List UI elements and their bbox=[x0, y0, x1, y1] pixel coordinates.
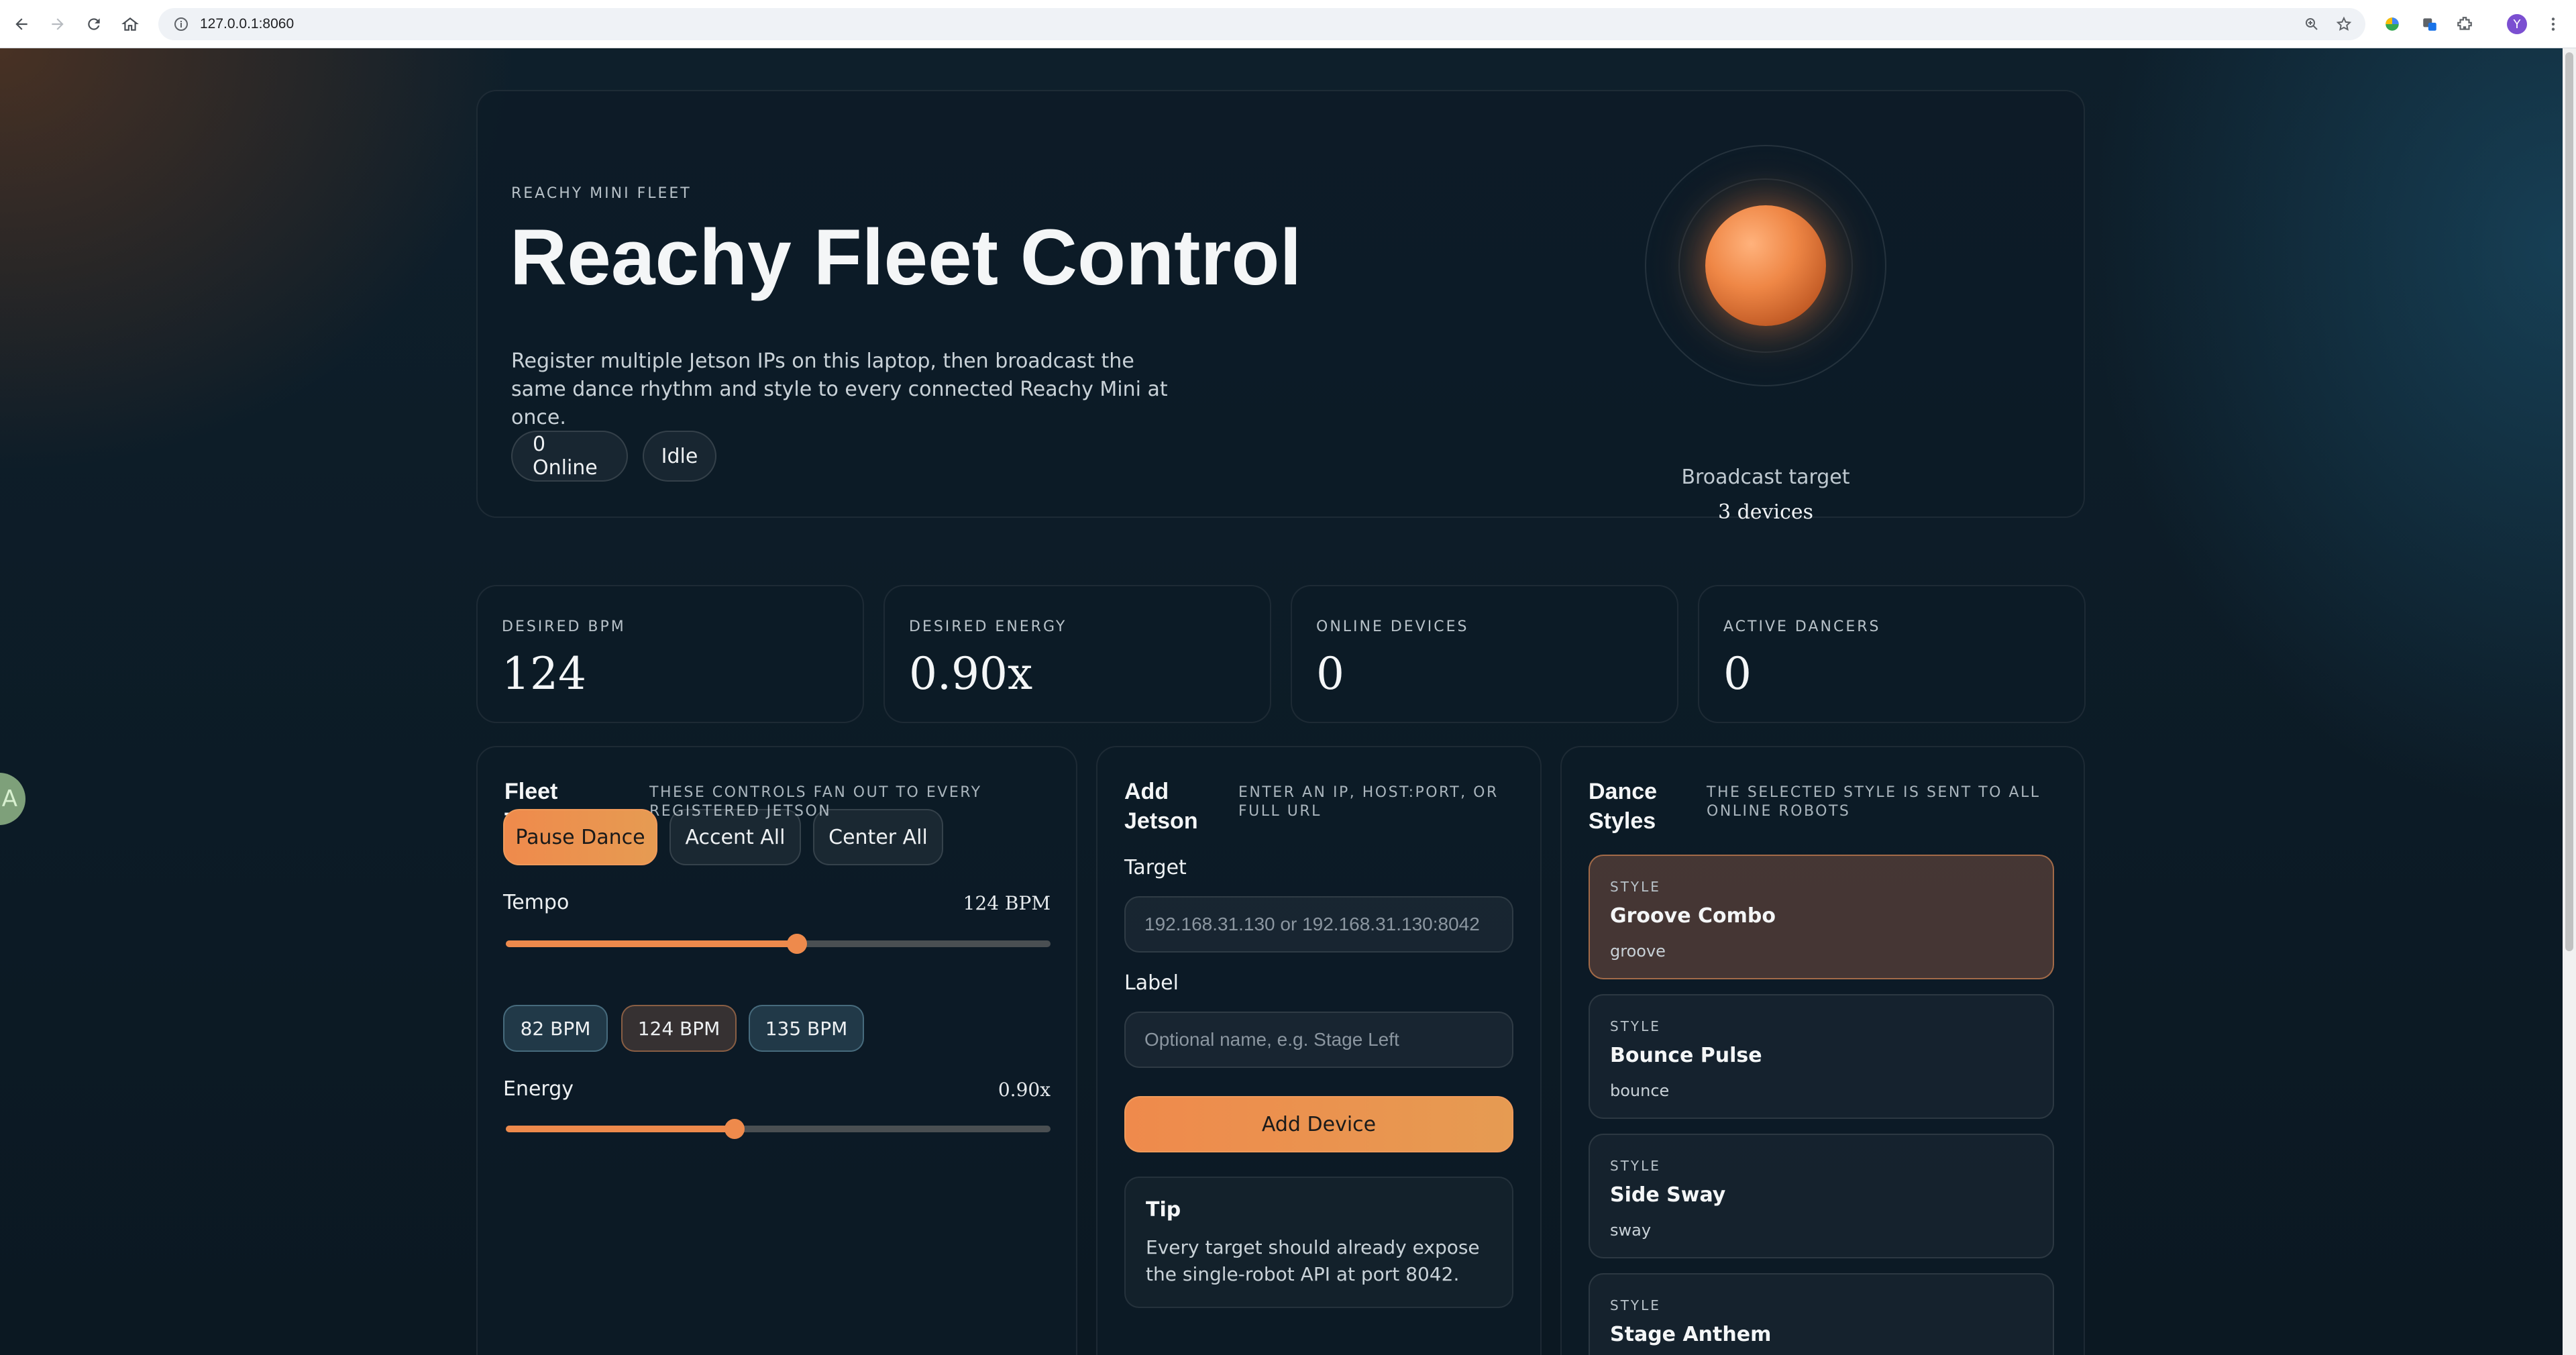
add-device-button[interactable]: Add Device bbox=[1124, 1096, 1513, 1152]
extension-icon-colorful[interactable] bbox=[2377, 9, 2407, 39]
panel-title: Dance Styles bbox=[1589, 779, 1658, 834]
energy-slider-thumb[interactable] bbox=[724, 1119, 745, 1139]
online-count-pill: 0 Online bbox=[511, 431, 628, 482]
style-id: sway bbox=[1610, 1221, 1652, 1240]
zoom-icon[interactable] bbox=[2304, 16, 2320, 32]
style-id: groove bbox=[1610, 942, 1666, 961]
style-eyebrow: STYLE bbox=[1610, 1158, 1661, 1174]
tip-box: Tip Every target should already expose t… bbox=[1124, 1177, 1513, 1308]
scrollbar-thumb[interactable] bbox=[2565, 52, 2573, 951]
panel-title: Add Jetson bbox=[1124, 779, 1198, 834]
pause-dance-button[interactable]: Pause Dance bbox=[503, 809, 657, 865]
energy-slider[interactable] bbox=[506, 1119, 1051, 1139]
stat-card-active-dancers: ACTIVE DANCERS 0 bbox=[1698, 585, 2086, 723]
stat-value: 124 bbox=[502, 648, 586, 700]
style-id: bounce bbox=[1610, 1081, 1670, 1100]
forward-icon[interactable] bbox=[43, 9, 72, 39]
address-bar[interactable]: 127.0.0.1:8060 bbox=[158, 8, 2365, 40]
accent-all-button[interactable]: Accent All bbox=[669, 809, 801, 865]
center-all-button[interactable]: Center All bbox=[813, 809, 943, 865]
hero-card: REACHY MINI FLEET Reachy Fleet Control R… bbox=[476, 90, 2085, 524]
tempo-preset-82[interactable]: 82 BPM bbox=[503, 1005, 608, 1052]
stat-card-online-devices: ONLINE DEVICES 0 bbox=[1291, 585, 1678, 723]
url-text[interactable]: 127.0.0.1:8060 bbox=[200, 16, 294, 32]
style-name: Groove Combo bbox=[1610, 904, 1776, 928]
tempo-label: Tempo bbox=[503, 891, 570, 914]
dance-styles-panel: Dance Styles THE SELECTED STYLE IS SENT … bbox=[1560, 746, 2085, 1355]
stat-label: ACTIVE DANCERS bbox=[1723, 618, 1881, 635]
extensions-puzzle-icon[interactable] bbox=[2450, 9, 2479, 39]
tempo-value: 124 BPM bbox=[963, 892, 1051, 914]
tempo-preset-124[interactable]: 124 BPM bbox=[621, 1005, 737, 1052]
home-icon[interactable] bbox=[115, 9, 145, 39]
hero-description: Register multiple Jetson IPs on this lap… bbox=[511, 349, 1168, 429]
style-card-anthem[interactable]: STYLE Stage Anthem anthem bbox=[1589, 1273, 2054, 1355]
style-card-bounce[interactable]: STYLE Bounce Pulse bounce bbox=[1589, 994, 2054, 1119]
tip-title: Tip bbox=[1146, 1198, 1181, 1222]
page-title: Reachy Fleet Control bbox=[510, 213, 1302, 302]
energy-value: 0.90x bbox=[998, 1079, 1051, 1101]
browser-toolbar: 127.0.0.1:8060 Y bbox=[0, 0, 2576, 48]
tempo-slider-fill bbox=[506, 940, 798, 947]
orb-sphere bbox=[1705, 205, 1826, 326]
extension-icon-translate[interactable] bbox=[2415, 9, 2445, 39]
label-input[interactable]: Optional name, e.g. Stage Left bbox=[1124, 1012, 1513, 1068]
style-eyebrow: STYLE bbox=[1610, 879, 1661, 895]
back-icon[interactable] bbox=[7, 9, 36, 39]
style-name: Side Sway bbox=[1610, 1183, 1726, 1207]
style-eyebrow: STYLE bbox=[1610, 1018, 1661, 1034]
style-card-sway[interactable]: STYLE Side Sway sway bbox=[1589, 1134, 2054, 1258]
stat-value: 0 bbox=[1316, 648, 1344, 700]
bookmark-star-icon[interactable] bbox=[2336, 16, 2352, 32]
style-card-groove[interactable]: STYLE Groove Combo groove bbox=[1589, 855, 2054, 979]
target-input[interactable]: 192.168.31.130 or 192.168.31.130:8042 bbox=[1124, 896, 1513, 953]
side-assistant-icon[interactable]: A bbox=[0, 773, 25, 825]
style-name: Stage Anthem bbox=[1610, 1323, 1772, 1346]
stat-label: DESIRED BPM bbox=[502, 618, 626, 635]
stat-card-desired-bpm: DESIRED BPM 124 bbox=[476, 585, 864, 723]
stat-value: 0 bbox=[1723, 648, 1752, 700]
page-scrollbar[interactable] bbox=[2563, 48, 2576, 1355]
broadcast-target-label: Broadcast target bbox=[1681, 466, 1850, 489]
label-label: Label bbox=[1124, 971, 1179, 995]
stat-card-desired-energy: DESIRED ENERGY 0.90x bbox=[883, 585, 1271, 723]
energy-slider-fill bbox=[506, 1126, 735, 1132]
energy-label: Energy bbox=[503, 1077, 574, 1101]
tempo-preset-135[interactable]: 135 BPM bbox=[749, 1005, 864, 1052]
panel-subtitle: THE SELECTED STYLE IS SENT TO ALL ONLINE… bbox=[1707, 784, 2041, 820]
stat-value: 0.90x bbox=[909, 648, 1033, 700]
tip-text: Every target should already expose the s… bbox=[1146, 1236, 1480, 1285]
tempo-slider[interactable] bbox=[506, 934, 1051, 954]
page-content: A REACHY MINI FLEET Reachy Fleet Control… bbox=[0, 48, 2563, 1355]
status-pill: Idle bbox=[643, 431, 716, 482]
reload-icon[interactable] bbox=[79, 9, 109, 39]
hero-eyebrow: REACHY MINI FLEET bbox=[511, 185, 692, 202]
menu-kebab-icon[interactable] bbox=[2538, 9, 2568, 39]
target-label: Target bbox=[1124, 856, 1187, 879]
site-info-icon[interactable] bbox=[173, 16, 189, 32]
broadcast-target-value: 3 devices bbox=[1717, 500, 1814, 524]
style-name: Bounce Pulse bbox=[1610, 1044, 1762, 1067]
robot-orb-visual bbox=[1645, 145, 1886, 386]
panel-subtitle: ENTER AN IP, HOST:PORT, OR FULL URL bbox=[1238, 784, 1499, 820]
profile-avatar[interactable]: Y bbox=[2502, 9, 2532, 39]
stat-label: DESIRED ENERGY bbox=[909, 618, 1067, 635]
stat-label: ONLINE DEVICES bbox=[1316, 618, 1469, 635]
style-eyebrow: STYLE bbox=[1610, 1297, 1661, 1313]
